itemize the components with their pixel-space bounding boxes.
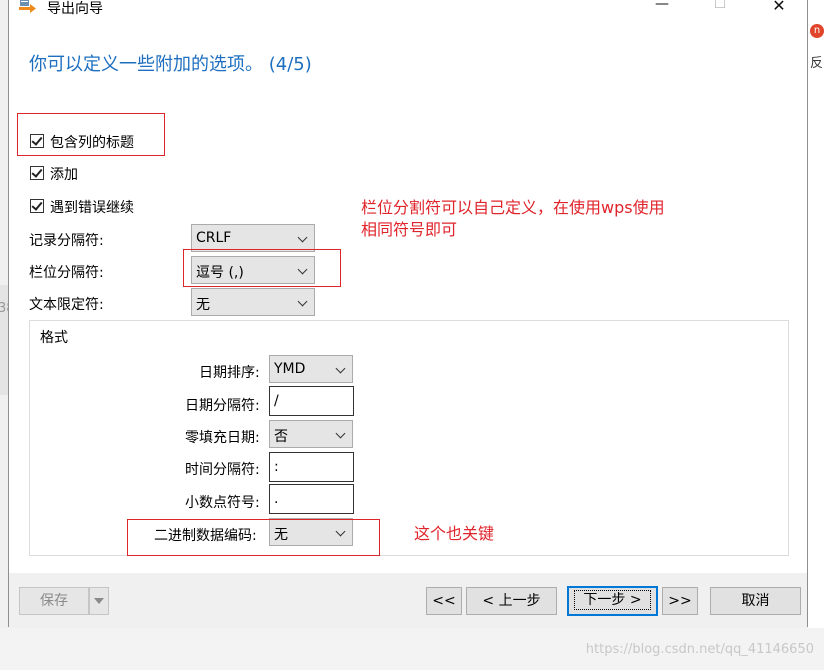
date-order-value: YMD xyxy=(274,361,306,377)
highlight-include-headers xyxy=(17,113,165,156)
format-group-title: 格式 xyxy=(37,327,71,347)
append-checkbox[interactable] xyxy=(30,166,44,180)
time-separator-field[interactable] xyxy=(269,452,354,482)
highlight-binary-encoding xyxy=(127,519,380,556)
annotation-separator-note-line2: 相同符号即可 xyxy=(361,220,458,239)
date-separator-input[interactable] xyxy=(270,387,353,415)
chevron-down-icon xyxy=(297,232,308,243)
background-app-strip: n 反 xyxy=(808,0,824,670)
export-wizard-dialog: 导出向导 — ☐ ✕ 你可以定义一些附加的选项。 (4/5) 包含列的标题 添加… xyxy=(8,0,808,627)
record-separator-value: CRLF xyxy=(196,230,232,246)
save-button-label: 保存 xyxy=(40,593,68,609)
previous-step-button[interactable]: < 上一步 xyxy=(466,587,557,615)
zero-pad-date-label: 零填充日期: xyxy=(185,430,260,446)
chevron-down-icon xyxy=(335,363,346,374)
text-qualifier-select[interactable]: 无 xyxy=(191,288,315,316)
record-separator-select[interactable]: CRLF xyxy=(191,224,315,252)
date-order-label: 日期排序: xyxy=(199,365,260,381)
background-text: 反 xyxy=(810,56,824,71)
chevron-down-icon xyxy=(297,296,308,307)
watermark: https://blog.csdn.net/qq_41146650 xyxy=(585,642,814,657)
continue-on-error-checkbox[interactable] xyxy=(30,199,44,213)
first-step-button[interactable]: << xyxy=(426,587,462,615)
date-order-select[interactable]: YMD xyxy=(269,355,353,383)
append-label[interactable]: 添加 xyxy=(50,164,78,184)
annotation-key-note: 这个也关键 xyxy=(414,524,495,543)
maximize-button[interactable]: ☐ xyxy=(700,0,740,16)
decimal-symbol-label: 小数点符号: xyxy=(185,495,260,511)
decimal-symbol-field[interactable] xyxy=(269,484,354,514)
next-step-label: 下一步 > xyxy=(574,590,651,610)
cancel-button[interactable]: 取消 xyxy=(710,587,801,615)
continue-on-error-label[interactable]: 遇到错误继续 xyxy=(50,197,134,217)
wizard-footer: 保存 << < 上一步 下一步 > >> 取消 xyxy=(9,573,807,627)
minimize-button[interactable]: — xyxy=(642,0,682,16)
notification-badge: n xyxy=(810,24,824,38)
window-title: 导出向导 xyxy=(47,1,103,17)
time-separator-input[interactable] xyxy=(270,453,353,481)
close-button[interactable]: ✕ xyxy=(759,0,799,16)
chevron-down-icon xyxy=(335,428,346,439)
export-wizard-icon xyxy=(19,0,36,13)
text-qualifier-value: 无 xyxy=(196,297,210,313)
next-step-button[interactable]: 下一步 > xyxy=(567,586,658,616)
last-step-button[interactable]: >> xyxy=(662,587,698,615)
time-separator-label: 时间分隔符: xyxy=(185,462,260,478)
field-separator-label: 栏位分隔符: xyxy=(29,265,104,281)
annotation-separator-note-line1: 栏位分割符可以自己定义，在使用wps使用 xyxy=(361,198,665,217)
chevron-down-icon xyxy=(94,598,104,604)
background-bottom-area: https://blog.csdn.net/qq_41146650 xyxy=(0,628,824,670)
save-dropdown-button[interactable] xyxy=(89,587,109,615)
date-separator-field[interactable] xyxy=(269,386,354,416)
decimal-symbol-input[interactable] xyxy=(270,485,353,513)
page-heading: 你可以定义一些附加的选项。 (4/5) xyxy=(29,54,312,75)
highlight-field-separator xyxy=(183,249,341,287)
zero-pad-date-select[interactable]: 否 xyxy=(269,420,353,448)
text-qualifier-label: 文本限定符: xyxy=(29,297,104,313)
title-bar[interactable]: 导出向导 — ☐ ✕ xyxy=(9,0,807,17)
record-separator-label: 记录分隔符: xyxy=(29,233,104,249)
date-separator-label: 日期分隔符: xyxy=(185,398,260,414)
zero-pad-date-value: 否 xyxy=(274,429,288,445)
save-button[interactable]: 保存 xyxy=(19,587,89,615)
